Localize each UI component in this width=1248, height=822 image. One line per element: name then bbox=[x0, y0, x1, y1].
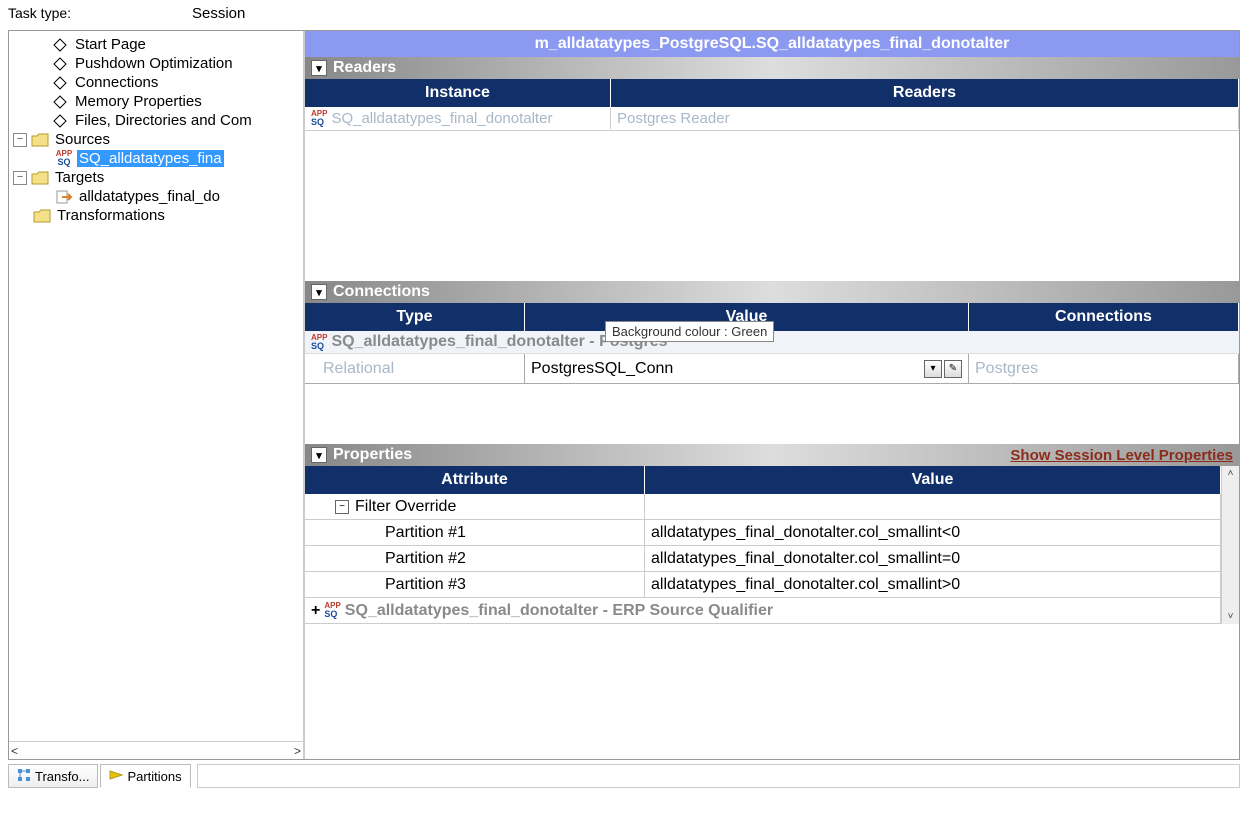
transformations-tab-icon bbox=[17, 768, 31, 785]
reader-value: Postgres Reader bbox=[611, 108, 1239, 129]
source-qualifier-icon: APPSQ bbox=[324, 602, 340, 619]
target-table-icon bbox=[55, 189, 73, 205]
properties-header-label: Properties bbox=[333, 446, 412, 464]
property-value[interactable]: alldatatypes_final_donotalter.col_smalli… bbox=[645, 520, 1221, 545]
property-row[interactable]: Partition #2 alldatatypes_final_donotalt… bbox=[305, 546, 1221, 572]
tree-node-memory[interactable]: Memory Properties bbox=[9, 92, 303, 111]
property-group-row[interactable]: − Filter Override bbox=[305, 494, 1221, 520]
task-type-label: Task type: bbox=[8, 5, 188, 21]
connections-header-label: Connections bbox=[333, 283, 430, 301]
tree-node-start-page[interactable]: Start Page bbox=[9, 35, 303, 54]
col-attribute: Attribute bbox=[305, 466, 645, 494]
property-row[interactable]: Partition #1 alldatatypes_final_donotalt… bbox=[305, 520, 1221, 546]
tab-partitions[interactable]: Partitions bbox=[100, 764, 190, 788]
tree-node-targets[interactable]: − Targets bbox=[9, 168, 303, 187]
folder-icon bbox=[31, 132, 49, 148]
col-type: Type bbox=[305, 303, 525, 331]
properties-body: − Filter Override Partition #1 alldataty… bbox=[305, 494, 1221, 624]
tree-node-files-dirs[interactable]: Files, Directories and Com bbox=[9, 111, 303, 130]
main-area: Start Page Pushdown Optimization Connect… bbox=[8, 30, 1240, 760]
property-attr: Partition #3 bbox=[305, 572, 645, 597]
source-qualifier-icon: APPSQ bbox=[311, 110, 327, 127]
tree-node-target-child[interactable]: alldatatypes_final_do bbox=[9, 187, 303, 206]
collapse-section-icon[interactable]: ▾ bbox=[311, 284, 327, 300]
mapping-title: m_alldatatypes_PostgreSQL.SQ_alldatatype… bbox=[305, 31, 1239, 57]
nav-tree: Start Page Pushdown Optimization Connect… bbox=[9, 31, 303, 741]
task-type-row: Task type: Session bbox=[0, 0, 1248, 26]
tree-node-connections[interactable]: Connections bbox=[9, 73, 303, 92]
tab-partitions-label: Partitions bbox=[127, 769, 181, 784]
connection-type: Relational bbox=[305, 354, 525, 384]
collapse-section-icon[interactable]: ▾ bbox=[311, 447, 327, 463]
property-footer-label: SQ_alldatatypes_final_donotalter - ERP S… bbox=[345, 602, 773, 620]
property-value[interactable]: alldatatypes_final_donotalter.col_smalli… bbox=[645, 546, 1221, 571]
folder-icon bbox=[33, 208, 51, 224]
tab-spacer bbox=[197, 764, 1240, 788]
connection-value: PostgresSQL_Conn bbox=[531, 360, 673, 378]
collapse-icon[interactable]: − bbox=[335, 500, 349, 514]
property-value[interactable]: alldatatypes_final_donotalter.col_smalli… bbox=[645, 572, 1221, 597]
tree-node-transformations[interactable]: Transformations bbox=[9, 206, 303, 225]
vertical-scrollbar[interactable]: ˄ ˅ bbox=[1221, 466, 1239, 624]
tabs-row: Transfo... Partitions bbox=[8, 762, 1240, 790]
diamond-icon bbox=[51, 56, 69, 72]
collapse-icon[interactable]: − bbox=[13, 133, 27, 147]
col-value: Value bbox=[645, 466, 1221, 494]
dropdown-button[interactable]: ▾ bbox=[924, 360, 942, 378]
collapse-section-icon[interactable]: ▾ bbox=[311, 60, 327, 76]
readers-header: ▾ Readers bbox=[305, 57, 1239, 79]
folder-icon bbox=[31, 170, 49, 186]
property-attr: Partition #1 bbox=[305, 520, 645, 545]
tab-transformations[interactable]: Transfo... bbox=[8, 764, 98, 788]
scroll-left-icon[interactable]: < bbox=[11, 744, 18, 758]
properties-header: ▾ Properties Show Session Level Properti… bbox=[305, 444, 1239, 466]
horizontal-scrollbar[interactable]: < > bbox=[9, 741, 303, 759]
source-qualifier-icon: APPSQ bbox=[55, 151, 73, 167]
scroll-up-icon[interactable]: ˄ bbox=[1228, 468, 1234, 479]
properties-table-header: Attribute Value bbox=[305, 466, 1221, 494]
col-readers: Readers bbox=[611, 79, 1239, 107]
edit-button[interactable]: ✎ bbox=[944, 360, 962, 378]
diamond-icon bbox=[51, 94, 69, 110]
left-panel: Start Page Pushdown Optimization Connect… bbox=[9, 31, 305, 759]
reader-instance: SQ_alldatatypes_final_donotalter bbox=[331, 110, 552, 127]
connection-conn: Postgres bbox=[969, 354, 1239, 384]
readers-row[interactable]: APPSQ SQ_alldatatypes_final_donotalter P… bbox=[305, 107, 1239, 131]
right-panel: m_alldatatypes_PostgreSQL.SQ_alldatatype… bbox=[305, 31, 1239, 759]
property-attr: Partition #2 bbox=[305, 546, 645, 571]
property-footer-row: + APPSQ SQ_alldatatypes_final_donotalter… bbox=[305, 598, 1221, 624]
tree-node-sq-source[interactable]: APPSQ SQ_alldatatypes_fina bbox=[9, 149, 303, 168]
connection-row[interactable]: Relational PostgresSQL_Conn ▾ ✎ Postgres bbox=[305, 354, 1239, 384]
source-qualifier-icon: APPSQ bbox=[311, 334, 327, 351]
col-instance: Instance bbox=[305, 79, 611, 107]
partitions-tab-icon bbox=[109, 768, 123, 785]
col-connections: Connections bbox=[969, 303, 1239, 331]
tab-transformations-label: Transfo... bbox=[35, 769, 89, 784]
readers-table-header: Instance Readers bbox=[305, 79, 1239, 107]
property-row[interactable]: Partition #3 alldatatypes_final_donotalt… bbox=[305, 572, 1221, 598]
tree-node-sources[interactable]: − Sources bbox=[9, 130, 303, 149]
property-group-label: Filter Override bbox=[355, 498, 456, 516]
diamond-icon bbox=[51, 113, 69, 129]
tree-node-pushdown[interactable]: Pushdown Optimization bbox=[9, 54, 303, 73]
expand-icon[interactable]: + bbox=[311, 602, 320, 620]
task-type-value[interactable]: Session bbox=[188, 5, 1240, 22]
readers-header-label: Readers bbox=[333, 59, 396, 77]
connections-header: ▾ Connections bbox=[305, 281, 1239, 303]
scroll-right-icon[interactable]: > bbox=[294, 744, 301, 758]
collapse-icon[interactable]: − bbox=[13, 171, 27, 185]
diamond-icon bbox=[51, 75, 69, 91]
scroll-down-icon[interactable]: ˅ bbox=[1228, 611, 1234, 622]
tooltip: Background colour : Green bbox=[605, 321, 774, 342]
diamond-icon bbox=[51, 37, 69, 53]
show-session-level-link[interactable]: Show Session Level Properties bbox=[1010, 447, 1233, 464]
